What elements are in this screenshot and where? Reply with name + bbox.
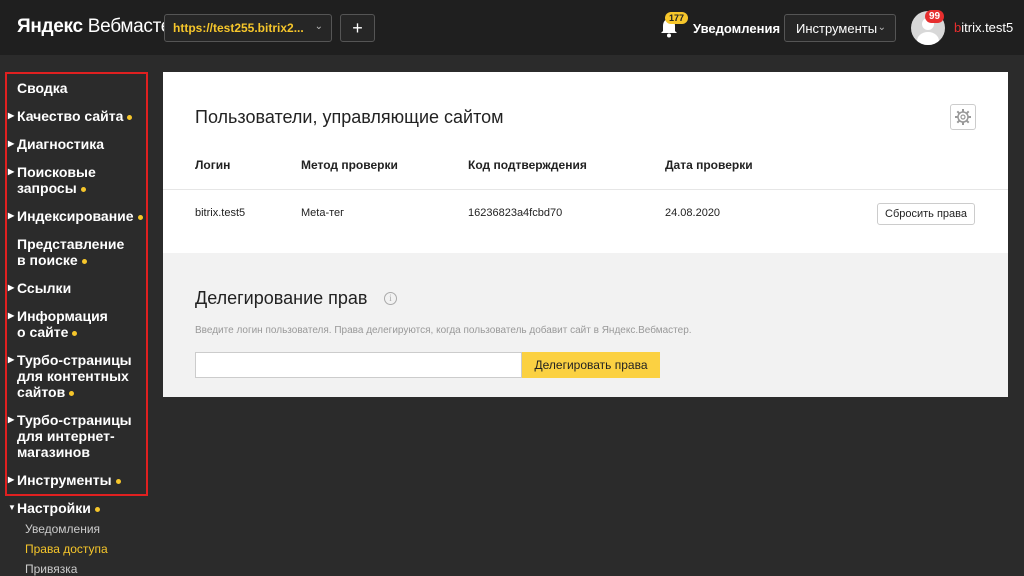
cell-date: 24.08.2020 [665,207,721,219]
sidebar-item-turbo-shops[interactable]: ▶ Турбо-страницы для интернет-магазинов [8,412,135,460]
username-rest: itrix.test5 [961,20,1014,35]
top-header: Яндекс Вебмастер https://test255.bitrix2… [0,0,1024,55]
column-header-login: Логин [195,158,231,172]
reset-rights-button[interactable]: Сбросить права [877,203,975,225]
logo-brand: Яндекс [17,16,83,37]
caret-right-icon: ▶ [8,167,15,176]
sidebar-subitem-binding[interactable]: Привязка [25,562,77,576]
status-dot [137,214,143,220]
sidebar-item-site-quality[interactable]: ▶ Качество сайта [8,108,133,124]
caret-right-icon: ▶ [8,283,15,292]
caret-right-icon: ▶ [8,211,15,220]
sidebar-item-summary[interactable]: Сводка [17,80,68,96]
status-dot [80,186,86,192]
users-section: Пользователи, управляющие сайтом Логин М… [163,72,1008,253]
caret-down-icon: ▼ [8,503,16,512]
tools-dropdown[interactable]: Инструменты ⌄ [784,14,896,42]
cell-method: Meta-тег [301,207,345,219]
sidebar-subitem-notifications[interactable]: Уведомления [25,522,100,536]
avatar-badge: 99 [925,10,945,23]
status-dot [115,478,121,484]
sidebar-subitem-access-rights[interactable]: Права доступа [25,542,108,556]
gear-icon [955,109,971,125]
settings-button[interactable] [950,104,976,130]
caret-right-icon: ▶ [8,475,15,484]
status-dot [69,390,75,396]
status-dot [81,258,87,264]
sidebar-item-search-queries[interactable]: ▶ Поисковые запросы [8,164,127,196]
caret-right-icon: ▶ [8,355,15,364]
notifications-count-badge: 177 [665,12,689,24]
caret-right-icon: ▶ [8,139,15,148]
notifications-label: Уведомления [693,21,781,36]
status-dot [94,506,100,512]
sidebar-item-turbo-content[interactable]: ▶ Турбо-страницы для контентных сайтов [8,352,137,400]
page-title: Пользователи, управляющие сайтом [195,107,504,127]
caret-right-icon: ▶ [8,111,15,120]
sidebar-item-links[interactable]: ▶ Ссылки [8,280,71,296]
sidebar-item-site-info[interactable]: ▶ Информация о сайте [8,308,117,340]
delegation-hint: Введите логин пользователя. Права делеги… [195,325,692,336]
delegation-title: Делегирование прав [195,288,368,308]
login-input[interactable] [195,352,522,378]
username[interactable]: bitrix.test5 [954,20,1013,35]
table-divider [163,189,1008,190]
delegate-rights-button[interactable]: Делегировать права [522,352,660,378]
info-icon[interactable]: i [384,292,397,305]
caret-right-icon: ▶ [8,415,15,424]
status-dot [127,114,133,120]
cell-code: 16236823a4fcbd70 [468,207,563,219]
yandex-webmaster-logo[interactable]: Яндекс Вебмастер [17,16,182,38]
column-header-date: Дата проверки [665,158,753,172]
column-header-code: Код подтверждения [468,158,587,172]
column-header-method: Метод проверки [301,158,398,172]
sidebar-item-settings[interactable]: ▼ Настройки [8,500,100,516]
main-panel: Пользователи, управляющие сайтом Логин М… [163,72,1008,397]
cell-login: bitrix.test5 [195,207,246,219]
site-selector[interactable]: https://test255.bitrix2... ⌄ [164,14,332,42]
chevron-down-icon: ⌄ [314,21,323,32]
sidebar-item-tools[interactable]: ▶ Инструменты [8,472,121,488]
add-site-button[interactable]: + [340,14,375,42]
status-dot [72,330,78,336]
caret-right-icon: ▶ [8,311,15,320]
sidebar-item-diagnostics[interactable]: ▶ Диагностика [8,136,104,152]
site-url: https://test255.bitrix2... [173,21,304,35]
sidebar-item-search-appearance[interactable]: Представление в поиске [17,236,132,268]
chevron-down-icon: ⌄ [877,22,886,33]
sidebar-item-indexing[interactable]: ▶ Индексирование [8,208,143,224]
delegation-section: Делегирование прав i Введите логин польз… [163,253,1008,397]
tools-label: Инструменты [796,21,878,36]
